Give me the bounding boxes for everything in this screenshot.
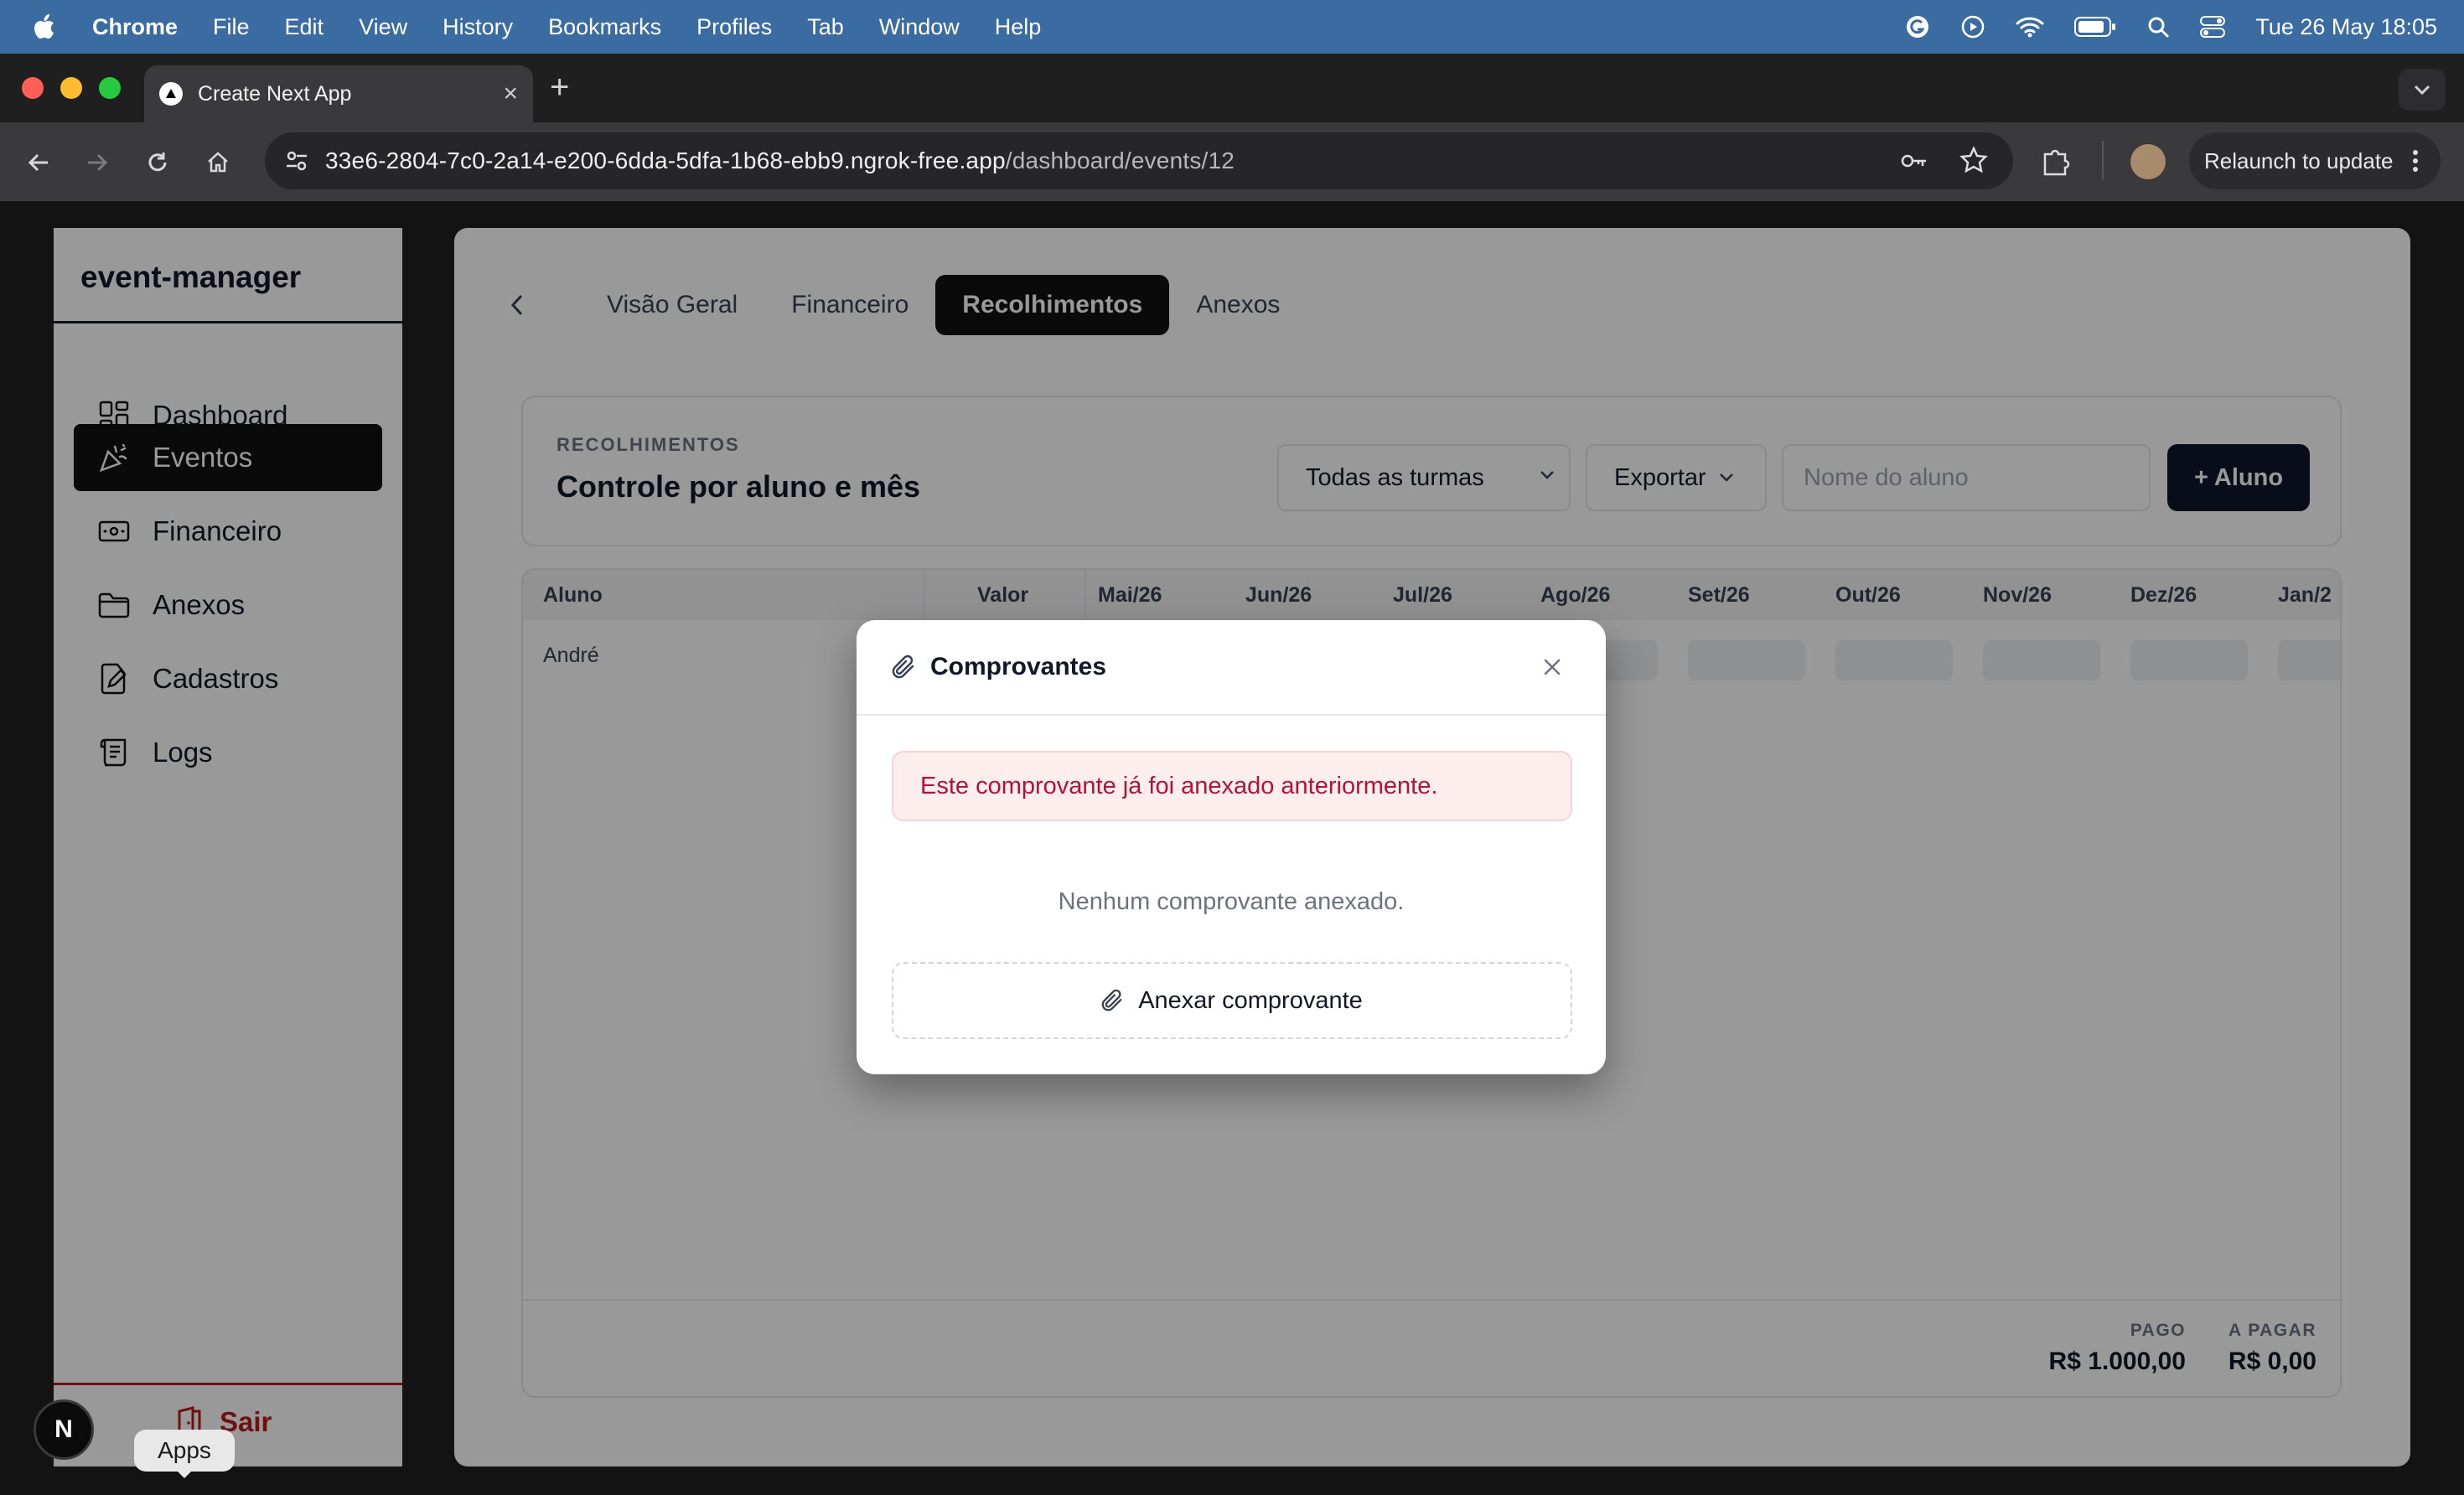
apps-tooltip: Apps	[134, 1430, 235, 1478]
url-text[interactable]: 33e6-2804-7c0-2a14-e200-6dda-5dfa-1b68-e…	[325, 147, 1235, 174]
menu-profiles[interactable]: Profiles	[696, 14, 772, 40]
window-minimize-button[interactable]	[60, 77, 82, 99]
nextjs-dev-tools-button[interactable]: N	[34, 1399, 94, 1460]
browser-tab[interactable]: Create Next App ×	[144, 65, 533, 122]
tab-close-icon[interactable]: ×	[503, 80, 518, 108]
tab-search-chevron-icon[interactable]	[2399, 69, 2446, 111]
tab-title: Create Next App	[198, 81, 352, 106]
relaunch-label: Relaunch to update	[2204, 147, 2394, 173]
apple-logo-icon[interactable]	[34, 14, 55, 39]
paperclip-icon	[892, 654, 917, 680]
menu-window[interactable]: Window	[879, 14, 960, 40]
toolbar-divider	[2102, 141, 2104, 179]
modal-header: Comprovantes	[857, 620, 1606, 716]
menu-tab[interactable]: Tab	[807, 14, 844, 40]
paperclip-icon	[1101, 988, 1125, 1013]
menu-edit[interactable]: Edit	[285, 14, 324, 40]
bookmark-star-icon[interactable]	[1959, 145, 1988, 178]
menu-help[interactable]: Help	[995, 14, 1042, 40]
error-alert: Este comprovante já foi anexado anterior…	[892, 751, 1572, 821]
empty-state-text: Nenhum comprovante anexado.	[1058, 888, 1405, 915]
new-tab-button[interactable]: +	[550, 70, 569, 104]
menu-clock[interactable]: Tue 26 May 18:05	[2255, 14, 2437, 40]
site-settings-icon[interactable]	[283, 147, 310, 178]
modal-title: Comprovantes	[930, 653, 1107, 680]
menu-view[interactable]: View	[359, 14, 407, 40]
spotlight-search-icon[interactable]	[2146, 15, 2170, 39]
wifi-icon[interactable]	[2016, 15, 2044, 39]
home-icon[interactable]	[199, 144, 236, 181]
window-close-button[interactable]	[22, 77, 44, 99]
menu-bookmarks[interactable]: Bookmarks	[548, 14, 661, 40]
play-circle-icon[interactable]	[1960, 14, 1985, 39]
more-vert-icon	[2412, 149, 2419, 173]
close-icon[interactable]	[1535, 650, 1569, 684]
extensions-puzzle-icon[interactable]	[2040, 144, 2073, 182]
menu-history[interactable]: History	[443, 14, 513, 40]
forward-arrow-icon[interactable]	[79, 144, 116, 181]
menu-file[interactable]: File	[213, 14, 250, 40]
relaunch-to-update-button[interactable]: Relaunch to update	[2189, 132, 2441, 189]
grammarly-icon[interactable]	[1905, 14, 1930, 39]
back-arrow-icon[interactable]	[20, 144, 57, 181]
nextjs-favicon-icon	[159, 82, 183, 106]
profile-avatar[interactable]	[2130, 144, 2166, 179]
attach-receipt-label: Anexar comprovante	[1138, 986, 1363, 1014]
battery-icon[interactable]	[2074, 16, 2116, 38]
control-center-icon[interactable]	[2200, 15, 2226, 39]
attach-receipt-button[interactable]: Anexar comprovante	[892, 962, 1572, 1039]
reload-icon[interactable]	[139, 144, 176, 181]
address-bar[interactable]: 33e6-2804-7c0-2a14-e200-6dda-5dfa-1b68-e…	[265, 132, 2013, 189]
macos-menu-bar: Chrome File Edit View History Bookmarks …	[0, 0, 2464, 54]
menu-app-name[interactable]: Chrome	[92, 14, 178, 40]
window-zoom-button[interactable]	[99, 77, 121, 99]
password-key-icon[interactable]	[1899, 147, 1929, 178]
receipts-modal: Comprovantes Este comprovante já foi ane…	[857, 620, 1606, 1074]
